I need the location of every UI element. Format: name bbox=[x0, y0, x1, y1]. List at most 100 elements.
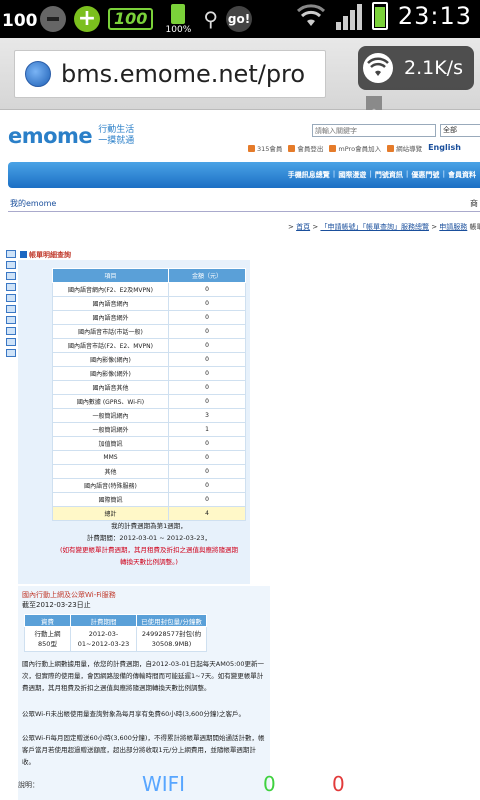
table-row: 國內語音其他 0 bbox=[52, 380, 246, 395]
logout-icon bbox=[288, 144, 296, 152]
fee-amount: 0 bbox=[168, 338, 246, 353]
fee-item: 國內影像(網內) bbox=[52, 352, 169, 367]
tagline-line1: 行動生活 bbox=[98, 125, 135, 135]
top-link-member[interactable]: 315會員 bbox=[248, 143, 282, 153]
wifi-free-quota-note: 公眾Wi-Fi每月固定贈送60小時(3,600分鐘)，不得累計將帳單週期開始通話… bbox=[22, 734, 265, 766]
english-link[interactable]: English bbox=[428, 143, 461, 153]
speed-text: 2.1K/s bbox=[404, 57, 463, 79]
fee-amount: 0 bbox=[168, 324, 246, 339]
my-emome-right-text: 商 bbox=[470, 199, 478, 208]
url-field[interactable]: bms.emome.net/pro bbox=[14, 50, 326, 98]
table-row: 一般簡訊網內 3 bbox=[52, 408, 246, 423]
table-row: 國內影像(網外) 0 bbox=[52, 366, 246, 381]
top-link-logout[interactable]: 會員登出 bbox=[288, 143, 323, 153]
battery-percent-text: 100% bbox=[165, 24, 192, 35]
overlay-green-value: 0 bbox=[263, 772, 276, 796]
fee-item: MMS bbox=[52, 450, 169, 465]
tagline-line2: 一摸就通 bbox=[98, 136, 135, 146]
fee-amount: 0 bbox=[168, 436, 246, 451]
wifi-usage-section: 國內行動上網及公眾Wi-Fi服務 截至2012-03-23日止 資費 計費期間 … bbox=[18, 586, 270, 800]
side-menu-icon[interactable] bbox=[6, 349, 16, 357]
top-link-label: mPro會員加入 bbox=[338, 145, 382, 153]
nav-item[interactable]: 優惠門號 bbox=[411, 170, 439, 180]
fee-amount: 3 bbox=[168, 408, 246, 423]
wifi-as-of-date: 截至2012-03-23日止 bbox=[22, 601, 91, 609]
battery-percent-icon: 100% bbox=[161, 3, 195, 35]
table-row: 國際簡訊 0 bbox=[52, 492, 246, 507]
battery-notification-icon: 100 bbox=[2, 3, 38, 35]
table-row: 一般簡訊網外 1 bbox=[52, 422, 246, 437]
usage-explanation: 國內行動上網數據用量，依您的計費週期，自2012-03-01日起每天AM05:0… bbox=[22, 660, 265, 692]
fee-amount: 0 bbox=[168, 464, 246, 479]
fee-amount: 0 bbox=[168, 352, 246, 367]
search-scope-select[interactable]: 全部 bbox=[440, 124, 480, 137]
side-menu-icon[interactable] bbox=[6, 261, 16, 269]
fee-item: 國內語音網內 bbox=[52, 296, 169, 311]
breadcrumb-current: 帳單 bbox=[469, 223, 480, 231]
side-menu-icon[interactable] bbox=[6, 250, 16, 258]
side-menu-icons bbox=[6, 250, 18, 360]
nav-item[interactable]: 門號資訊 bbox=[375, 170, 403, 180]
fee-amount: 0 bbox=[168, 450, 246, 465]
fee-table: 項目 金額（元） 國內語音網內(F2、E2及MVPN) 0 國內語音網內 0 國內語… bbox=[52, 268, 246, 521]
site-logo[interactable]: emome 行動生活 一摸就通 bbox=[8, 124, 134, 148]
cycle-line: 我的計費週期為第1週期， bbox=[111, 522, 187, 530]
wifi-col-header: 已使用封包量/分鐘數 bbox=[136, 614, 207, 627]
cycle-warning-line1: (如有變更帳單計費週期，其月租費及折扣之週值與應將隨週期 bbox=[59, 546, 239, 554]
breadcrumb-apply[interactable]: 申請服務 bbox=[439, 223, 467, 231]
side-menu-icon[interactable] bbox=[6, 327, 16, 335]
nav-item[interactable]: 國際漫遊 bbox=[338, 170, 366, 180]
table-row: 國內語音網外 0 bbox=[52, 310, 246, 325]
battery-widget-icon: 100 bbox=[108, 8, 154, 30]
clock: 23:13 bbox=[397, 2, 472, 30]
breadcrumb-home[interactable]: 首頁 bbox=[296, 223, 310, 231]
battery-icon bbox=[371, 2, 388, 30]
side-menu-icon[interactable] bbox=[6, 294, 16, 302]
fee-item: 國內語音網內(F2、E2及MVPN) bbox=[52, 282, 169, 297]
usb-icon: ⚲ bbox=[203, 7, 219, 31]
my-emome-link[interactable]: 我的emome bbox=[10, 198, 56, 209]
fee-item: 國內語音其他 bbox=[52, 380, 169, 395]
breadcrumb-service-overview[interactable]: 「申請帳號」「帳單查詢」服務總覽 bbox=[320, 223, 429, 231]
cycle-warning-line2: 轉換天數比例調整。) bbox=[120, 558, 178, 566]
breadcrumb-sep: > bbox=[431, 223, 438, 231]
top-link-mpro[interactable]: mPro會員加入 bbox=[329, 143, 381, 153]
fee-col-header: 項目 bbox=[52, 268, 169, 283]
fee-item: 國內數據 (GPRS、Wi-Fi) bbox=[52, 394, 169, 409]
fee-item: 一般簡訊網外 bbox=[52, 422, 169, 437]
side-menu-icon[interactable] bbox=[6, 283, 16, 291]
sitemap-icon bbox=[387, 144, 395, 152]
traffic-overlay: WIFI 0 0 bbox=[0, 770, 480, 800]
overlay-wifi-label: WIFI bbox=[142, 772, 186, 796]
table-row: 國內影像(網內) 0 bbox=[52, 352, 246, 367]
plus-icon: + bbox=[74, 6, 100, 32]
fee-amount: 0 bbox=[168, 478, 246, 493]
fee-item: 國內影像(網外) bbox=[52, 366, 169, 381]
total-row: 總計 4 bbox=[52, 506, 246, 521]
fee-amount: 0 bbox=[168, 380, 246, 395]
top-link-sitemap[interactable]: 網站導覽 bbox=[387, 143, 422, 153]
fee-item: 一般簡訊網內 bbox=[52, 408, 169, 423]
table-row: 國內語音市話(市話一般) 0 bbox=[52, 324, 246, 339]
overlay-red-value: 0 bbox=[332, 772, 345, 796]
nav-item[interactable]: 手機訊息總覽 bbox=[288, 170, 330, 180]
search-input[interactable] bbox=[312, 124, 436, 137]
period-line: 計費期間：2012-03-01 ~ 2012-03-23， bbox=[86, 534, 212, 542]
fee-amount: 0 bbox=[168, 394, 246, 409]
total-amount: 4 bbox=[168, 506, 246, 521]
status-bar: 100 + 100 100% ⚲ go! 23:13 bbox=[0, 0, 480, 38]
my-emome-bar: 我的emome 商 bbox=[8, 196, 480, 212]
main-nav-bar: 手機訊息總覽 | 國際漫遊 | 門號資訊 | 優惠門號 | 會員資料 bbox=[8, 162, 480, 188]
side-menu-icon[interactable] bbox=[6, 338, 16, 346]
side-menu-icon[interactable] bbox=[6, 305, 16, 313]
table-row: 國內語音(特殊服務) 0 bbox=[52, 478, 246, 493]
fee-item: 國內語音市話(市話一般) bbox=[52, 324, 169, 339]
side-menu-icon[interactable] bbox=[6, 272, 16, 280]
side-menu-icon[interactable] bbox=[6, 316, 16, 324]
minus-icon bbox=[40, 6, 66, 32]
mpro-icon bbox=[329, 144, 337, 152]
period-cell: 2012-03-01~2012-03-23 bbox=[70, 626, 137, 652]
usage-cell: 249928577封包(約30508.9MB) bbox=[136, 626, 207, 652]
nav-item[interactable]: 會員資料 bbox=[448, 170, 476, 180]
table-row: 國內語音網內(F2、E2及MVPN) 0 bbox=[52, 282, 246, 297]
